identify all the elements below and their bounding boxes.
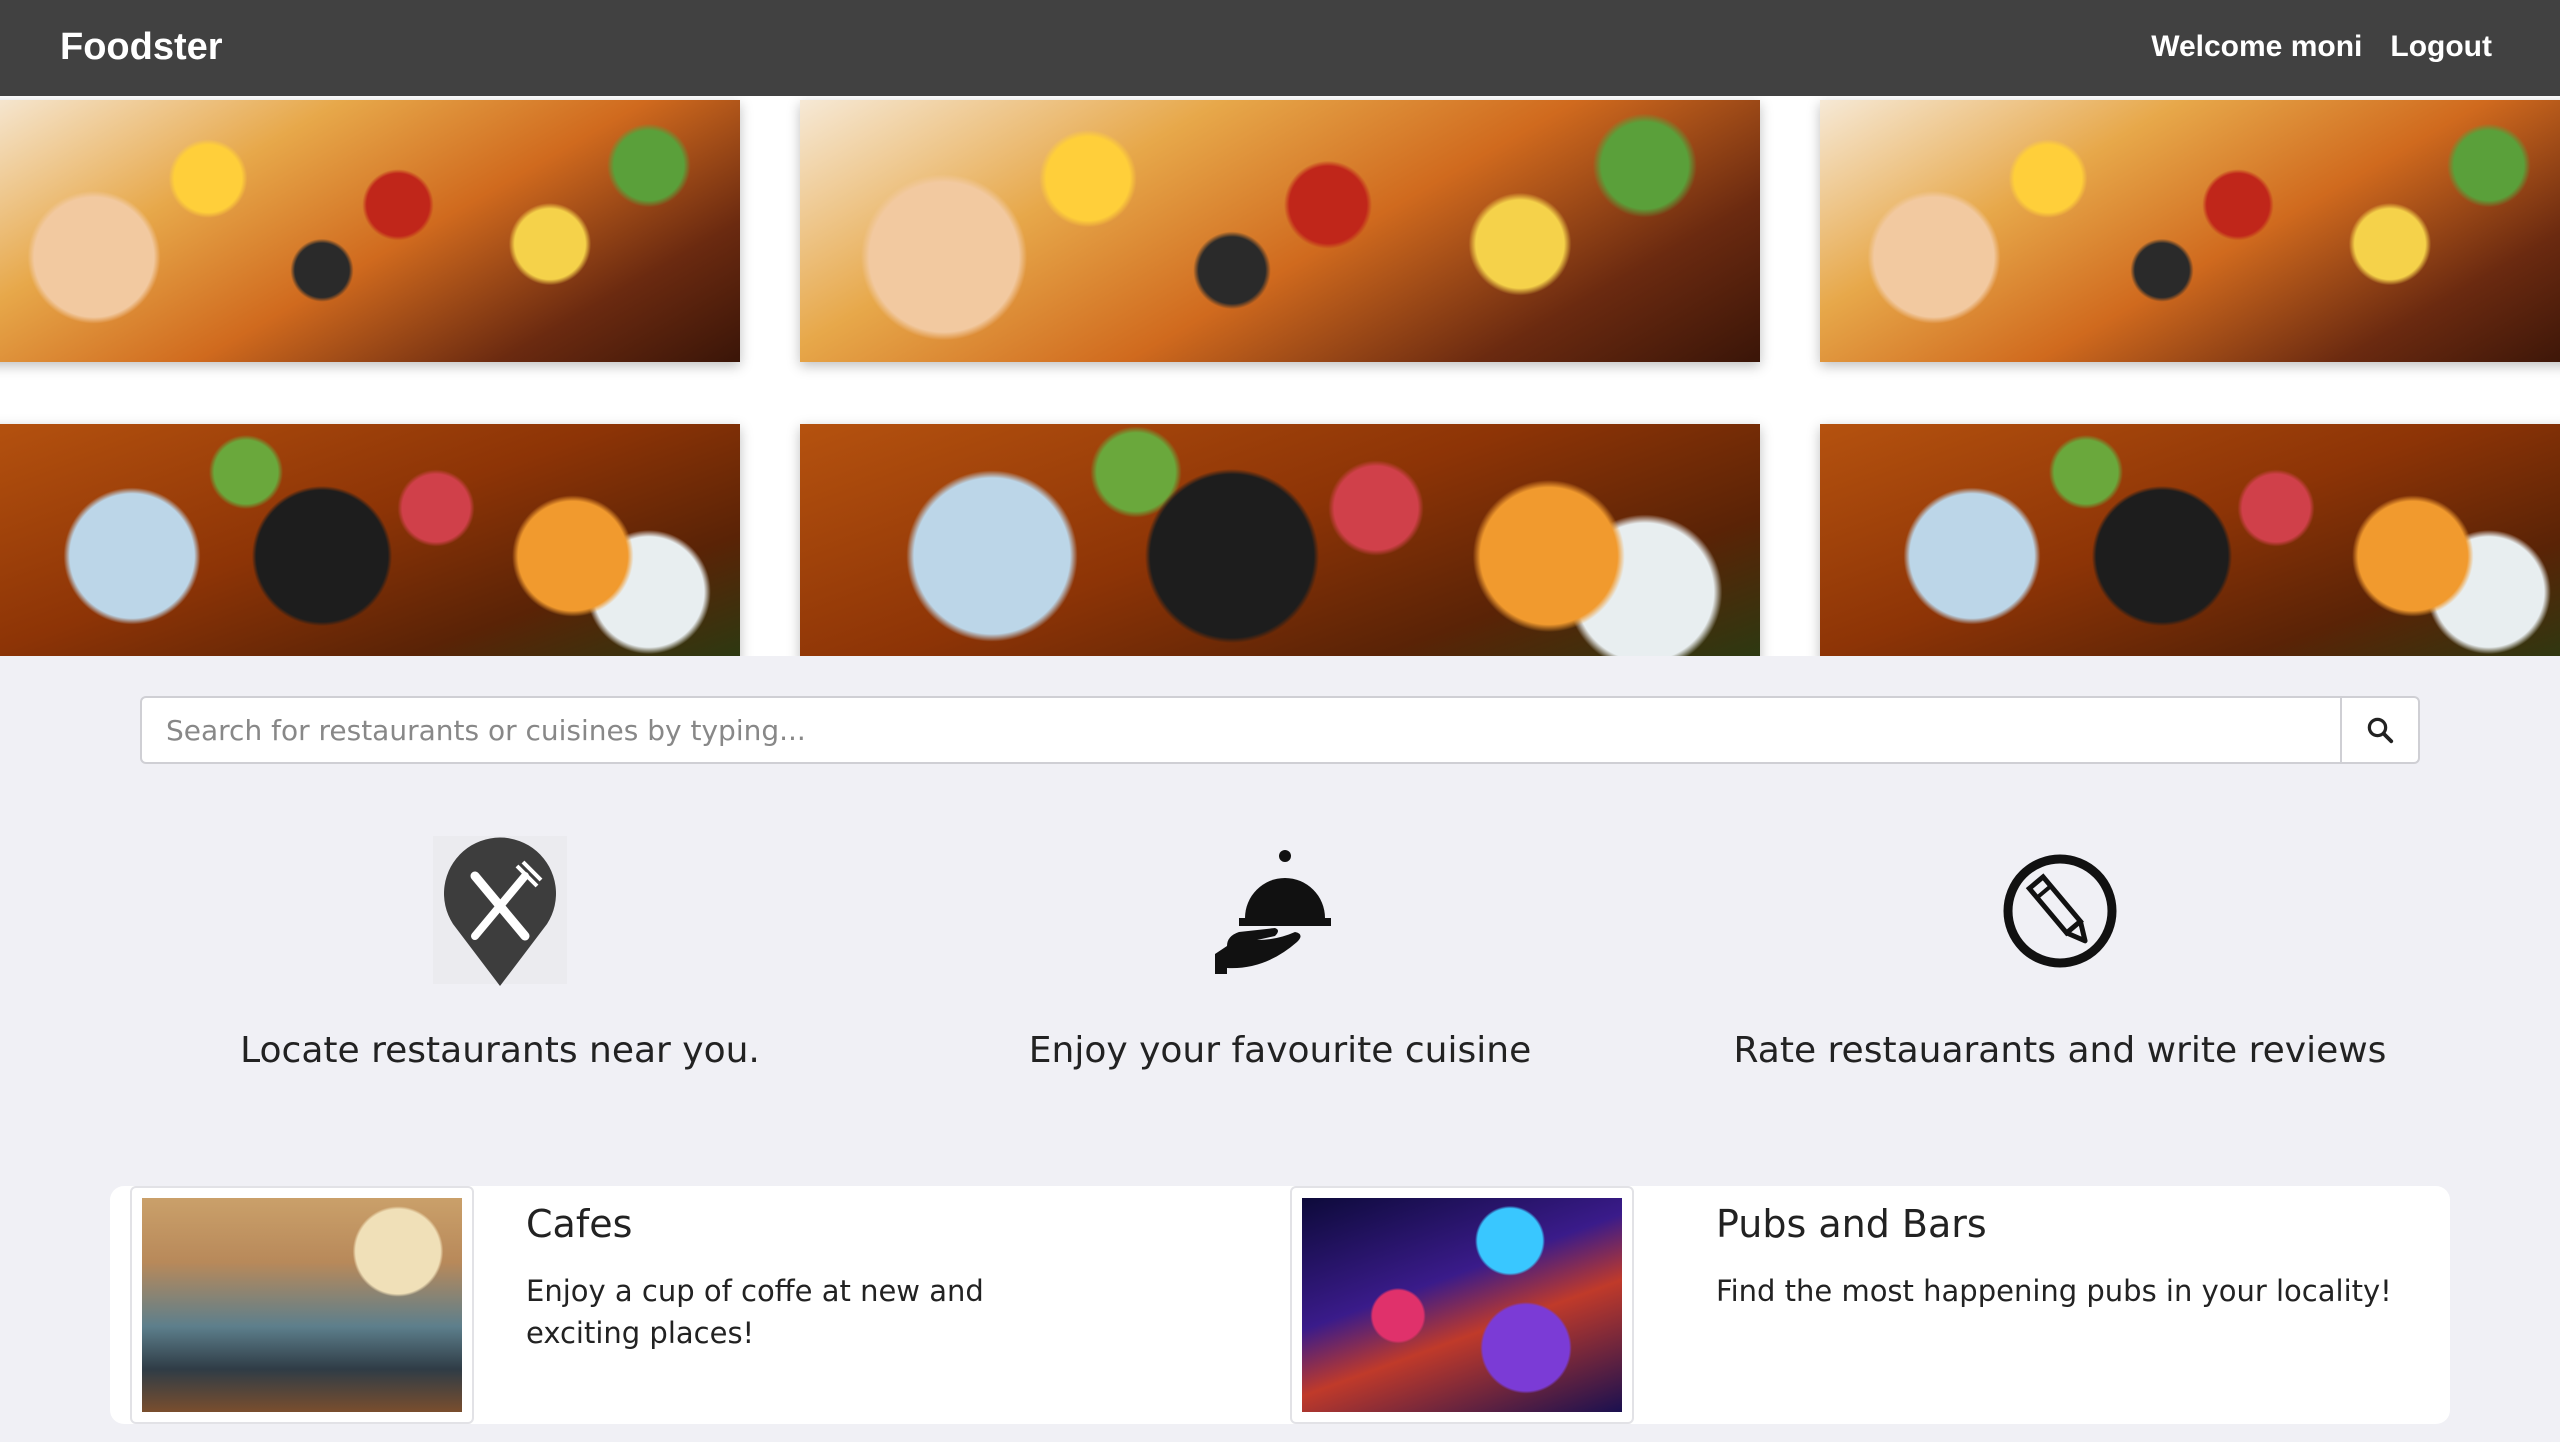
nav-user-area: Welcome moni Logout <box>2151 24 2492 70</box>
feature-locate: Locate restaurants near you. <box>140 836 860 1071</box>
pub-image <box>1302 1198 1622 1412</box>
logout-link[interactable]: Logout <box>2390 24 2492 70</box>
search-button[interactable] <box>2340 698 2418 762</box>
search-input[interactable] <box>142 698 2342 762</box>
pub-thumbnail[interactable] <box>1290 1186 1634 1424</box>
search-bar <box>140 696 2420 764</box>
pencil-circle-icon <box>2003 854 2117 968</box>
card-desc-pubs-bars: Find the most happening pubs in your loc… <box>1716 1274 2392 1308</box>
card-title-cafes[interactable]: Cafes <box>526 1202 632 1246</box>
cafe-image <box>142 1198 462 1412</box>
hero-image-hotpot-2 <box>800 424 1760 656</box>
feature-label-locate: Locate restaurants near you. <box>240 1030 760 1071</box>
top-navbar: Foodster Welcome moni Logout <box>0 0 2560 96</box>
hero-image-sushi-2 <box>800 100 1760 362</box>
brand-logo[interactable]: Foodster <box>60 22 223 72</box>
hero-image-grid <box>0 96 2560 656</box>
hero-image-hotpot-3 <box>1820 424 2560 656</box>
search-icon <box>2367 717 2394 744</box>
card-title-pubs-bars[interactable]: Pubs and Bars <box>1716 1202 1987 1246</box>
card-pubs-bars[interactable]: Pubs and Bars Find the most happening pu… <box>1290 1186 2440 1424</box>
location-pin-cutlery-icon <box>433 836 567 986</box>
hero-image-sushi-1 <box>0 100 740 362</box>
hero-image-hotpot-1 <box>0 424 740 656</box>
cafe-thumbnail[interactable] <box>130 1186 474 1424</box>
category-cards: Cafes Enjoy a cup of coffe at new and ex… <box>110 1186 2450 1424</box>
welcome-text: Welcome moni <box>2151 30 2363 63</box>
feature-label-rate: Rate restauarants and write reviews <box>1733 1030 2387 1071</box>
hero-image-sushi-3 <box>1820 100 2560 362</box>
card-cafes[interactable]: Cafes Enjoy a cup of coffe at new and ex… <box>130 1186 1230 1424</box>
serving-cloche-icon <box>1215 850 1331 974</box>
card-desc-cafes: Enjoy a cup of coffe at new and exciting… <box>526 1274 984 1350</box>
feature-label-cuisine: Enjoy your favourite cuisine <box>1028 1030 1532 1071</box>
feature-cuisine: Enjoy your favourite cuisine <box>920 836 1640 1071</box>
feature-rate: Rate restauarants and write reviews <box>1700 836 2420 1071</box>
